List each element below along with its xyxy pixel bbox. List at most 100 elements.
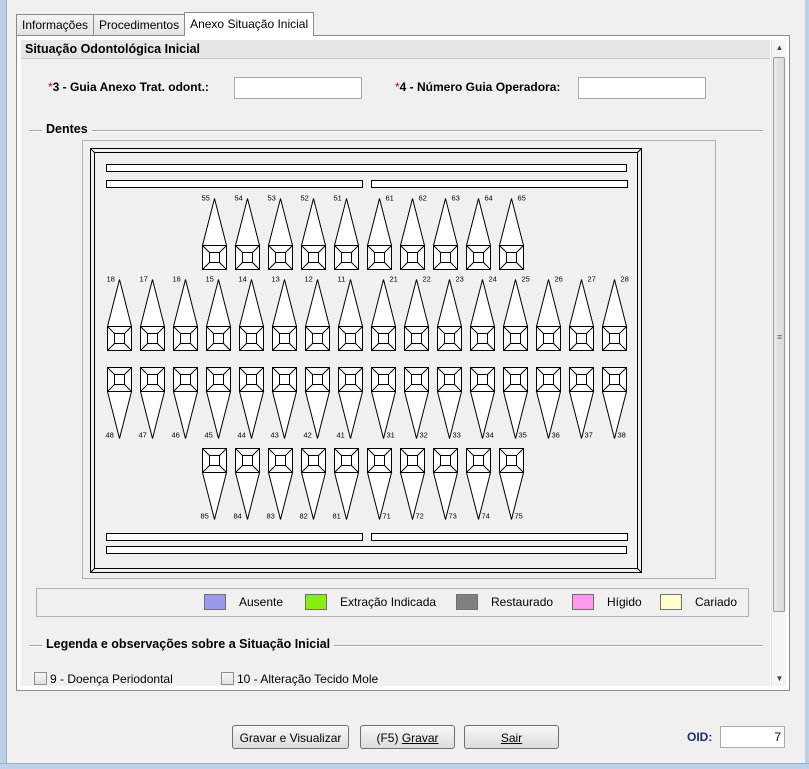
tooth-root[interactable] [366, 198, 393, 246]
tooth-occlusal[interactable] [180, 374, 191, 385]
tooth-root[interactable] [432, 198, 459, 246]
tooth-occlusal[interactable] [209, 455, 220, 466]
tooth-occlusal[interactable] [341, 455, 352, 466]
tooth-occlusal[interactable] [576, 374, 587, 385]
tooth-occlusal[interactable] [411, 333, 422, 344]
tooth-occlusal[interactable] [275, 455, 286, 466]
tooth-root[interactable] [601, 279, 628, 327]
tooth-occlusal[interactable] [147, 374, 158, 385]
tooth-occlusal[interactable] [440, 455, 451, 466]
tooth-occlusal[interactable] [308, 252, 319, 263]
tooth-root[interactable] [201, 198, 228, 246]
scroll-down-icon[interactable]: ▼ [772, 671, 787, 686]
tooth-occlusal[interactable] [345, 374, 356, 385]
tooth-occlusal[interactable] [411, 374, 422, 385]
numero-guia-input[interactable] [578, 77, 706, 99]
tooth-occlusal[interactable] [510, 333, 521, 344]
tooth-occlusal[interactable] [308, 455, 319, 466]
tooth-occlusal[interactable] [246, 333, 257, 344]
tooth-occlusal[interactable] [374, 455, 385, 466]
doenca-periodontal-checkbox[interactable] [34, 672, 47, 685]
tooth-occlusal[interactable] [473, 455, 484, 466]
tooth-occlusal[interactable] [345, 333, 356, 344]
tooth-root[interactable] [106, 279, 133, 327]
alteracao-tecido-mole-checkbox[interactable] [221, 672, 234, 685]
tooth-occlusal[interactable] [374, 252, 385, 263]
upper-right-bar[interactable] [106, 180, 363, 188]
tooth-root[interactable] [535, 279, 562, 327]
tooth-occlusal[interactable] [543, 333, 554, 344]
tooth-root[interactable] [172, 279, 199, 327]
scroll-thumb[interactable]: ≡ [773, 57, 785, 612]
tooth-occlusal[interactable] [242, 455, 253, 466]
tooth-root[interactable] [399, 198, 426, 246]
tooth-occlusal[interactable] [279, 333, 290, 344]
tooth-occlusal[interactable] [213, 333, 224, 344]
gravar-button[interactable]: (F5) Gravar [360, 725, 455, 749]
tooth-occlusal[interactable] [444, 374, 455, 385]
tooth-root[interactable] [465, 198, 492, 246]
upper-arch-bar[interactable] [106, 164, 627, 172]
tooth-occlusal[interactable] [312, 374, 323, 385]
tooth-occlusal[interactable] [609, 333, 620, 344]
tooth-occlusal[interactable] [213, 374, 224, 385]
tooth-root[interactable] [403, 279, 430, 327]
tooth-occlusal[interactable] [341, 252, 352, 263]
tooth-occlusal[interactable] [506, 252, 517, 263]
tooth-occlusal[interactable] [576, 333, 587, 344]
tooth-occlusal[interactable] [180, 333, 191, 344]
tooth-root[interactable] [234, 198, 261, 246]
tooth-occlusal[interactable] [543, 374, 554, 385]
tooth-occlusal[interactable] [312, 333, 323, 344]
tooth-occlusal[interactable] [477, 333, 488, 344]
tooth-root[interactable] [139, 279, 166, 327]
tooth-root[interactable] [436, 279, 463, 327]
tooth-occlusal[interactable] [147, 333, 158, 344]
tooth-root[interactable] [300, 198, 327, 246]
tooth-occlusal[interactable] [378, 333, 389, 344]
tooth-occlusal[interactable] [407, 455, 418, 466]
upper-left-bar[interactable] [371, 180, 628, 188]
tooth-occlusal[interactable] [279, 374, 290, 385]
tooth-occlusal[interactable] [114, 333, 125, 344]
gravar-visualizar-button[interactable]: Gravar e Visualizar [232, 725, 349, 749]
lower-right-bar[interactable] [106, 533, 363, 541]
tooth-occlusal[interactable] [209, 252, 220, 263]
oid-field[interactable]: 7 [720, 726, 785, 748]
tooth-root[interactable] [205, 279, 232, 327]
tooth-occlusal[interactable] [506, 455, 517, 466]
tooth-occlusal[interactable] [477, 374, 488, 385]
tab-procedimentos[interactable]: Procedimentos [93, 14, 186, 36]
lower-arch-bar[interactable] [106, 546, 627, 554]
tooth-occlusal[interactable] [473, 252, 484, 263]
tooth-root[interactable] [568, 279, 595, 327]
tooth-occlusal[interactable] [440, 252, 451, 263]
tooth-root[interactable] [271, 279, 298, 327]
tooth-occlusal[interactable] [242, 252, 253, 263]
tooth-occlusal[interactable] [407, 252, 418, 263]
tooth-occlusal[interactable] [609, 374, 620, 385]
tooth-occlusal[interactable] [114, 374, 125, 385]
scroll-up-icon[interactable]: ▲ [772, 40, 787, 55]
tab-informacoes[interactable]: Informações [16, 14, 95, 36]
tooth-root[interactable] [337, 279, 364, 327]
lower-left-bar[interactable] [371, 533, 628, 541]
tooth-occlusal[interactable] [510, 374, 521, 385]
tooth-root[interactable] [370, 279, 397, 327]
tooth-root[interactable] [498, 198, 525, 246]
tooth-occlusal[interactable] [275, 252, 286, 263]
tooth-root[interactable] [267, 198, 294, 246]
tab-anexo-situacao-inicial[interactable]: Anexo Situação Inicial [184, 12, 315, 36]
tooth-occlusal[interactable] [444, 333, 455, 344]
tooth-occlusal[interactable] [378, 374, 389, 385]
vertical-scrollbar[interactable]: ▲ ≡ ▼ [771, 40, 786, 686]
sair-button[interactable]: Sair [464, 725, 559, 749]
tooth-root[interactable] [238, 279, 265, 327]
tooth-root[interactable] [502, 279, 529, 327]
tooth-root[interactable] [333, 198, 360, 246]
tooth-number: 35 [519, 431, 527, 440]
guia-anexo-input[interactable] [234, 77, 362, 99]
tooth-occlusal[interactable] [246, 374, 257, 385]
tooth-root[interactable] [304, 279, 331, 327]
tooth-root[interactable] [469, 279, 496, 327]
